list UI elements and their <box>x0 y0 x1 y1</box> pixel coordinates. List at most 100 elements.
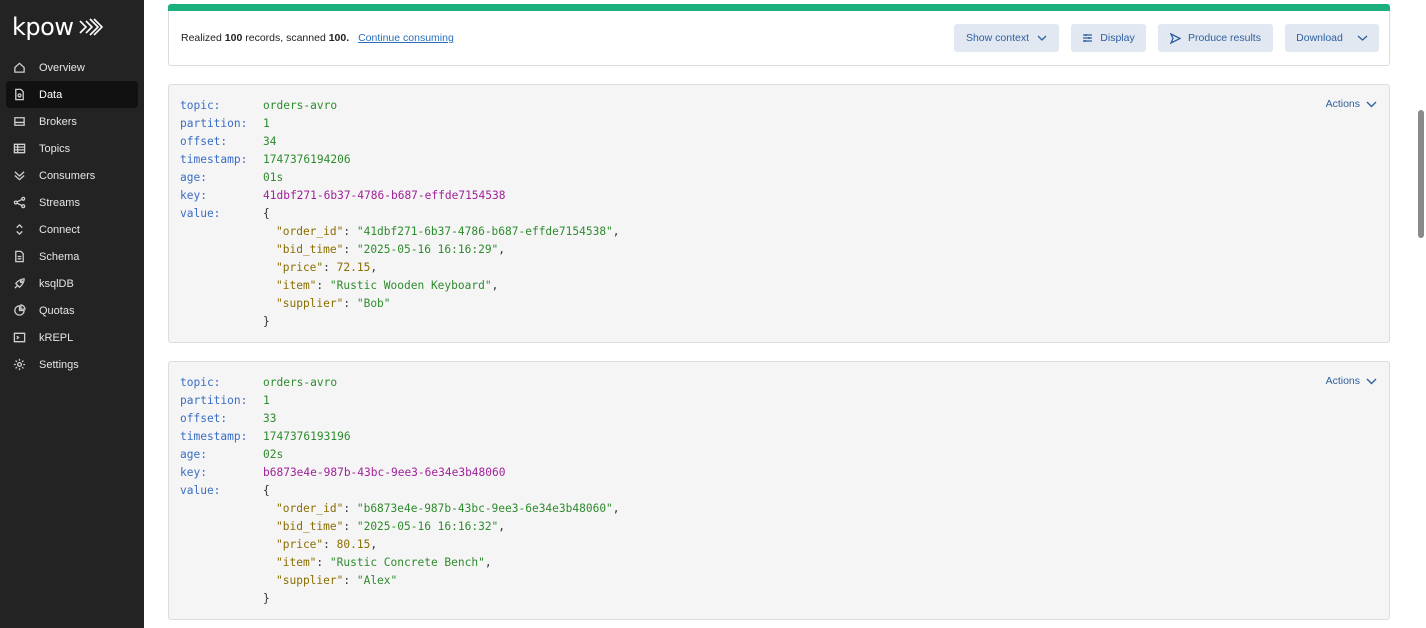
json-value: "Alex" <box>356 574 398 587</box>
record-topic-row: topic: orders-avro <box>180 97 337 115</box>
record-age-row: age: 01s <box>180 169 283 187</box>
produce-results-label: Produce results <box>1188 32 1261 44</box>
sidebar-item-label: Brokers <box>39 115 77 128</box>
record-partition-row: partition: 1 <box>180 392 270 410</box>
json-value: "2025-05-16 16:16:29" <box>356 243 499 256</box>
record-key-row: key: b6873e4e-987b-43bc-9ee3-6e34e3b48060 <box>180 464 505 482</box>
offset-value[interactable]: 33 <box>263 410 276 428</box>
record-timestamp-row: timestamp: 1747376194206 <box>180 151 351 169</box>
age-value[interactable]: 01s <box>263 169 283 187</box>
sidebar-item-schema[interactable]: Schema <box>6 243 138 270</box>
offset-value[interactable]: 34 <box>263 133 276 151</box>
json-key: "item" <box>276 556 317 569</box>
sidebar: kpow Overview Data Brokers Topics Consumers S… <box>0 0 144 628</box>
json-close-brace: } <box>263 315 270 328</box>
key-label: key: <box>180 189 207 202</box>
sidebar-item-label: Consumers <box>39 169 96 182</box>
value-label: value: <box>180 207 221 220</box>
sliders-icon <box>1083 34 1093 42</box>
results-summary-panel: Realized 100 records, scanned 100. Conti… <box>168 4 1390 66</box>
json-value: "41dbf271-6b37-4786-b687-effde7154538" <box>356 225 613 238</box>
display-button[interactable]: Display <box>1071 24 1146 52</box>
json-open-brace: { <box>263 207 270 220</box>
show-context-button[interactable]: Show context <box>954 24 1059 52</box>
json-value: "Rustic Wooden Keyboard" <box>329 279 492 292</box>
realized-mid: records, scanned <box>245 32 326 44</box>
key-value[interactable]: 41dbf271-6b37-4786-b687-effde7154538 <box>263 187 505 205</box>
age-label: age: <box>180 171 207 184</box>
key-label: key: <box>180 466 207 479</box>
chevron-down-icon <box>1366 378 1377 384</box>
json-key: "order_id" <box>276 225 344 238</box>
topic-label: topic: <box>180 99 221 112</box>
json-key: "item" <box>276 279 317 292</box>
json-key: "supplier" <box>276 574 344 587</box>
topic-value[interactable]: orders-avro <box>263 374 337 392</box>
timestamp-value[interactable]: 1747376194206 <box>263 151 351 169</box>
terminal-icon <box>13 331 26 344</box>
json-close-brace: } <box>263 592 270 605</box>
gear-icon <box>13 358 26 371</box>
chevron-down-icon <box>1357 35 1368 41</box>
sidebar-item-label: kREPL <box>39 331 74 344</box>
age-value[interactable]: 02s <box>263 446 283 464</box>
show-context-label: Show context <box>965 32 1030 44</box>
display-label: Display <box>1100 32 1135 44</box>
logo-mark-icon <box>77 17 104 37</box>
key-value[interactable]: b6873e4e-987b-43bc-9ee3-6e34e3b48060 <box>263 464 505 482</box>
sidebar-item-quotas[interactable]: Quotas <box>6 297 138 324</box>
scrollbar-thumb[interactable] <box>1418 110 1424 238</box>
record-partition-row: partition: 1 <box>180 115 270 133</box>
value-label: value: <box>180 484 221 497</box>
pie-icon <box>13 304 26 317</box>
partition-value[interactable]: 1 <box>263 392 270 410</box>
rocket-icon <box>13 277 26 290</box>
scanned-count: 100. <box>328 32 350 44</box>
file-icon <box>13 88 26 101</box>
sidebar-item-brokers[interactable]: Brokers <box>6 108 138 135</box>
sidebar-item-label: Streams <box>39 196 80 209</box>
sidebar-item-settings[interactable]: Settings <box>6 351 138 378</box>
sidebar-nav: Overview Data Brokers Topics Consumers Stream… <box>6 54 138 378</box>
json-value: 80.15 <box>336 538 371 551</box>
actions-label: Actions <box>1325 98 1360 110</box>
sidebar-item-topics[interactable]: Topics <box>6 135 138 162</box>
realized-prefix: Realized <box>181 32 222 44</box>
json-value: "2025-05-16 16:16:32" <box>356 520 499 533</box>
vertical-scrollbar[interactable] <box>1416 0 1426 628</box>
sidebar-item-krepl[interactable]: kREPL <box>6 324 138 351</box>
sidebar-item-data[interactable]: Data <box>6 81 138 108</box>
sidebar-item-streams[interactable]: Streams <box>6 189 138 216</box>
download-label: Download <box>1296 32 1343 44</box>
sidebar-item-overview[interactable]: Overview <box>6 54 138 81</box>
sidebar-item-connect[interactable]: Connect <box>6 216 138 243</box>
record-value-row: value: { <box>180 482 270 500</box>
chevron-down-icon <box>1037 35 1047 41</box>
kpow-logo[interactable]: kpow <box>12 12 104 42</box>
actions-dropdown[interactable]: Actions <box>1326 98 1377 110</box>
continue-consuming-link[interactable]: Continue consuming <box>358 32 454 44</box>
json-value: "Rustic Concrete Bench" <box>329 556 485 569</box>
produce-results-button[interactable]: Produce results <box>1158 24 1273 52</box>
partition-value[interactable]: 1 <box>263 115 270 133</box>
sidebar-item-label: ksqlDB <box>39 277 74 290</box>
connect-icon <box>13 223 26 236</box>
json-key: "supplier" <box>276 297 344 310</box>
json-key: "bid_time" <box>276 520 344 533</box>
json-open-brace: { <box>263 484 270 497</box>
topic-value[interactable]: orders-avro <box>263 97 337 115</box>
json-value: "b6873e4e-987b-43bc-9ee3-6e34e3b48060" <box>356 502 613 515</box>
actions-dropdown[interactable]: Actions <box>1326 375 1377 387</box>
share-icon <box>13 196 26 209</box>
timestamp-label: timestamp: <box>180 153 248 166</box>
sidebar-item-ksqldb[interactable]: ksqlDB <box>6 270 138 297</box>
sidebar-item-label: Topics <box>39 142 71 155</box>
partition-label: partition: <box>180 394 248 407</box>
download-button[interactable]: Download <box>1285 24 1379 52</box>
actions-label: Actions <box>1325 375 1360 387</box>
record-timestamp-row: timestamp: 1747376193196 <box>180 428 351 446</box>
timestamp-value[interactable]: 1747376193196 <box>263 428 351 446</box>
record-offset-row: offset: 33 <box>180 410 276 428</box>
sidebar-item-label: Overview <box>39 61 85 74</box>
sidebar-item-consumers[interactable]: Consumers <box>6 162 138 189</box>
